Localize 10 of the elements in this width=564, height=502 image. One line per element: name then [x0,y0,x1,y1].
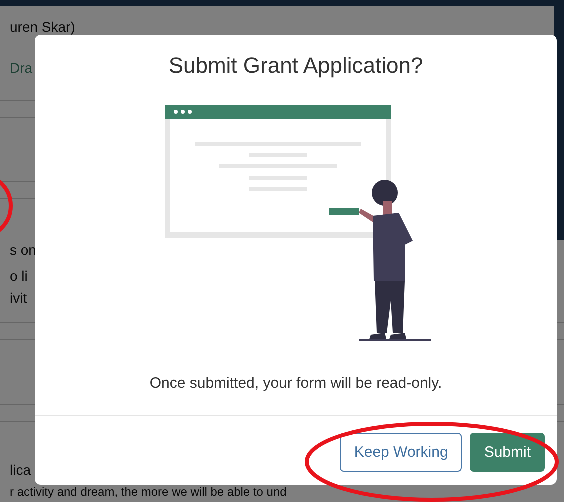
text: r activity and dream, the more we will be able to und [10,486,287,499]
text: o li [10,267,28,285]
text: lica [10,461,32,479]
submit-button[interactable]: Submit [470,433,545,472]
dialog-title: Submit Grant Application? [168,53,424,79]
link[interactable]: Dra [10,59,33,77]
dialog-message: Once submitted, your form will be read-only. [150,375,442,392]
text: uren Skar) [10,20,76,34]
text: ivit [10,289,28,307]
keep-working-button[interactable]: Keep Working [340,433,462,472]
